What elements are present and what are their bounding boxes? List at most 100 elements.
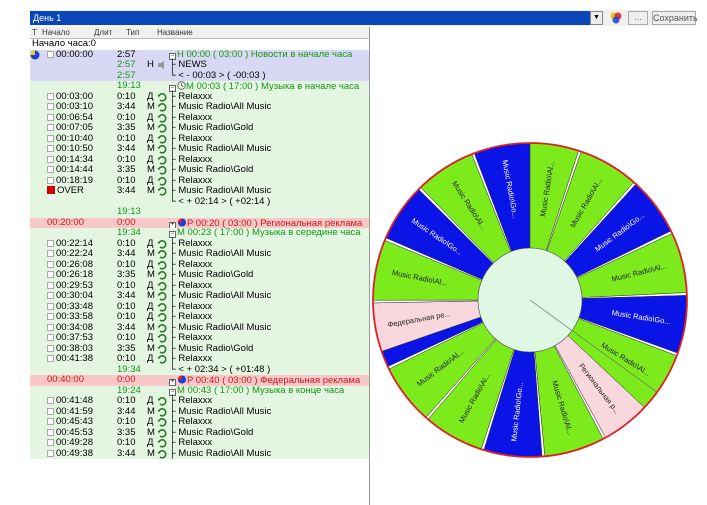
clock-wheel: Music Radio\Al... Music Radio\Go... Music … <box>370 27 707 505</box>
duration: 3:35 <box>117 269 136 280</box>
start-time-text: 00:06:54 <box>56 111 93 123</box>
row-checkbox[interactable] <box>47 397 54 404</box>
item-title-text: ├ Relaxxx <box>169 279 213 291</box>
item-title-text: ├ Relaxxx <box>169 353 213 364</box>
playlist-row[interactable]: 00:49:38 3:44 М ├ Music Radio\All Music <box>30 447 369 463</box>
row-checkbox[interactable] <box>47 50 54 58</box>
summary-row[interactable]: 2:57 └ < - 00:03 > ( -00:03 ) <box>30 69 369 81</box>
summary-text: └ < + 02:34 > ( +01:48 ) <box>169 363 271 375</box>
duration: 3:44 <box>117 447 136 459</box>
start-time: 00:40:00 <box>47 374 113 386</box>
row-checkbox[interactable] <box>47 113 54 121</box>
block-title-text: M 00:43 ( 17:00 ) Музыка в конце часа <box>177 384 345 396</box>
row-checkbox[interactable] <box>47 418 54 425</box>
start-time-text: 00:14:44 <box>56 164 93 175</box>
item-title-text: ├ Music Radio\Gold <box>169 164 254 175</box>
start-time-text: 00:37:53 <box>56 332 93 343</box>
row-checkbox[interactable] <box>47 134 54 142</box>
start-time-text: 00:30:04 <box>56 290 93 301</box>
row-checkbox[interactable] <box>47 355 54 362</box>
color-palette-icon[interactable] <box>608 11 624 25</box>
start-time-text: 00:41:48 <box>56 395 93 406</box>
start-time-text: 00:26:18 <box>56 269 93 280</box>
summary-row[interactable]: └ < + 02:14 > ( +02:14 ) <box>30 195 369 208</box>
row-checkbox[interactable] <box>47 407 54 415</box>
col-header-title[interactable]: Название <box>157 27 193 39</box>
duration: 3:44 <box>117 143 136 154</box>
item-type: М <box>147 101 155 112</box>
col-header-duration[interactable]: Длит <box>94 27 112 39</box>
block-summary: └ < + 02:14 > ( +02:14 ) <box>169 195 271 208</box>
day-select[interactable]: День 1 <box>30 11 590 25</box>
block-title-text: M 00:23 ( 17:00 ) Музыка в середине часа <box>177 227 361 238</box>
start-time-text: 00:49:28 <box>56 437 93 448</box>
row-checkbox[interactable] <box>47 166 54 173</box>
block-title-text: H 00:00 ( 03:00 ) Новости в начале часа <box>177 48 353 60</box>
start-time-text: 00:29:53 <box>56 279 93 291</box>
row-checkbox[interactable] <box>47 260 54 268</box>
start-time-text: 00:45:53 <box>56 426 93 438</box>
item-type: М <box>147 447 155 459</box>
duration: 3:35 <box>117 164 136 175</box>
item-title-text: ├ Music Radio\Gold <box>169 122 254 133</box>
duration: 19:13 <box>117 80 141 91</box>
row-checkbox[interactable] <box>47 449 54 457</box>
item-title-text: ├ Relaxxx <box>169 153 213 165</box>
item-type: М <box>147 269 155 280</box>
duration: 3:44 <box>117 101 136 112</box>
item-title-text: ├ Music Radio\All Music <box>169 321 272 333</box>
start-time-text: 00:22:24 <box>56 248 93 259</box>
item-title-text: ├ Music Radio\All Music <box>169 405 272 417</box>
recurring-icon <box>157 449 169 463</box>
row-checkbox[interactable] <box>47 124 54 131</box>
duration: 0:10 <box>117 437 136 448</box>
start-time-text: 00:41:38 <box>56 353 93 364</box>
start-time-text: 00:07:05 <box>56 122 93 133</box>
row-checkbox[interactable] <box>47 145 54 152</box>
save-button[interactable]: Сохранить <box>652 11 698 25</box>
duration: 2:57 <box>117 59 136 70</box>
duration: 0:10 <box>117 332 136 343</box>
item-type: Д <box>147 416 154 427</box>
row-checkbox[interactable] <box>47 302 54 310</box>
duration: 3:44 <box>117 185 136 196</box>
start-time-text: 00:40:00 <box>47 374 84 385</box>
row-checkbox[interactable] <box>47 323 54 331</box>
row-checkbox[interactable] <box>47 239 54 247</box>
start-time: 00:20:00 <box>47 217 113 229</box>
row-checkbox[interactable] <box>47 292 54 299</box>
start-time-text: 00:49:38 <box>56 447 93 459</box>
browse-button[interactable]: ... <box>628 11 648 25</box>
row-checkbox[interactable] <box>47 334 54 341</box>
row-checkbox[interactable] <box>47 313 54 320</box>
summary-text: └ < + 02:14 > ( +02:14 ) <box>169 195 271 207</box>
item-title-text: ├ Music Radio\Gold <box>169 342 254 354</box>
item-type: М <box>147 185 155 196</box>
start-time-text: 00:33:58 <box>56 311 93 322</box>
duration: 0:10 <box>117 416 136 427</box>
row-checkbox[interactable] <box>47 92 54 100</box>
row-checkbox[interactable] <box>47 271 54 278</box>
item-title: ├ Music Radio\All Music <box>169 448 271 460</box>
item-title-text: ├ Relaxxx <box>169 311 213 322</box>
row-checkbox[interactable] <box>47 176 54 184</box>
row-checkbox[interactable] <box>47 428 54 436</box>
start-time: 00:49:38 <box>47 447 113 460</box>
item-type: Д <box>147 353 154 364</box>
row-checkbox[interactable] <box>47 250 54 257</box>
item-title-text: ├ Relaxxx <box>169 111 213 123</box>
row-checkbox[interactable] <box>47 281 54 289</box>
duration: 3:44 <box>117 290 136 301</box>
col-header-kind[interactable]: Тип <box>126 27 139 39</box>
start-time-text: OVER <box>57 185 84 196</box>
row-checkbox[interactable] <box>47 439 54 446</box>
row-checkbox[interactable] <box>47 344 54 352</box>
row-checkbox[interactable] <box>47 103 54 110</box>
row-checkbox[interactable] <box>47 155 54 163</box>
summary-text: └ < - 00:03 > ( -00:03 ) <box>169 69 266 81</box>
start-time-text: 00:03:00 <box>56 90 93 102</box>
duration: 19:13 <box>117 206 141 217</box>
item-title-text: ├ Music Radio\All Music <box>169 290 272 301</box>
chevron-down-icon[interactable]: ▼ <box>590 11 603 25</box>
item-title-text: ├ Relaxxx <box>169 332 213 343</box>
